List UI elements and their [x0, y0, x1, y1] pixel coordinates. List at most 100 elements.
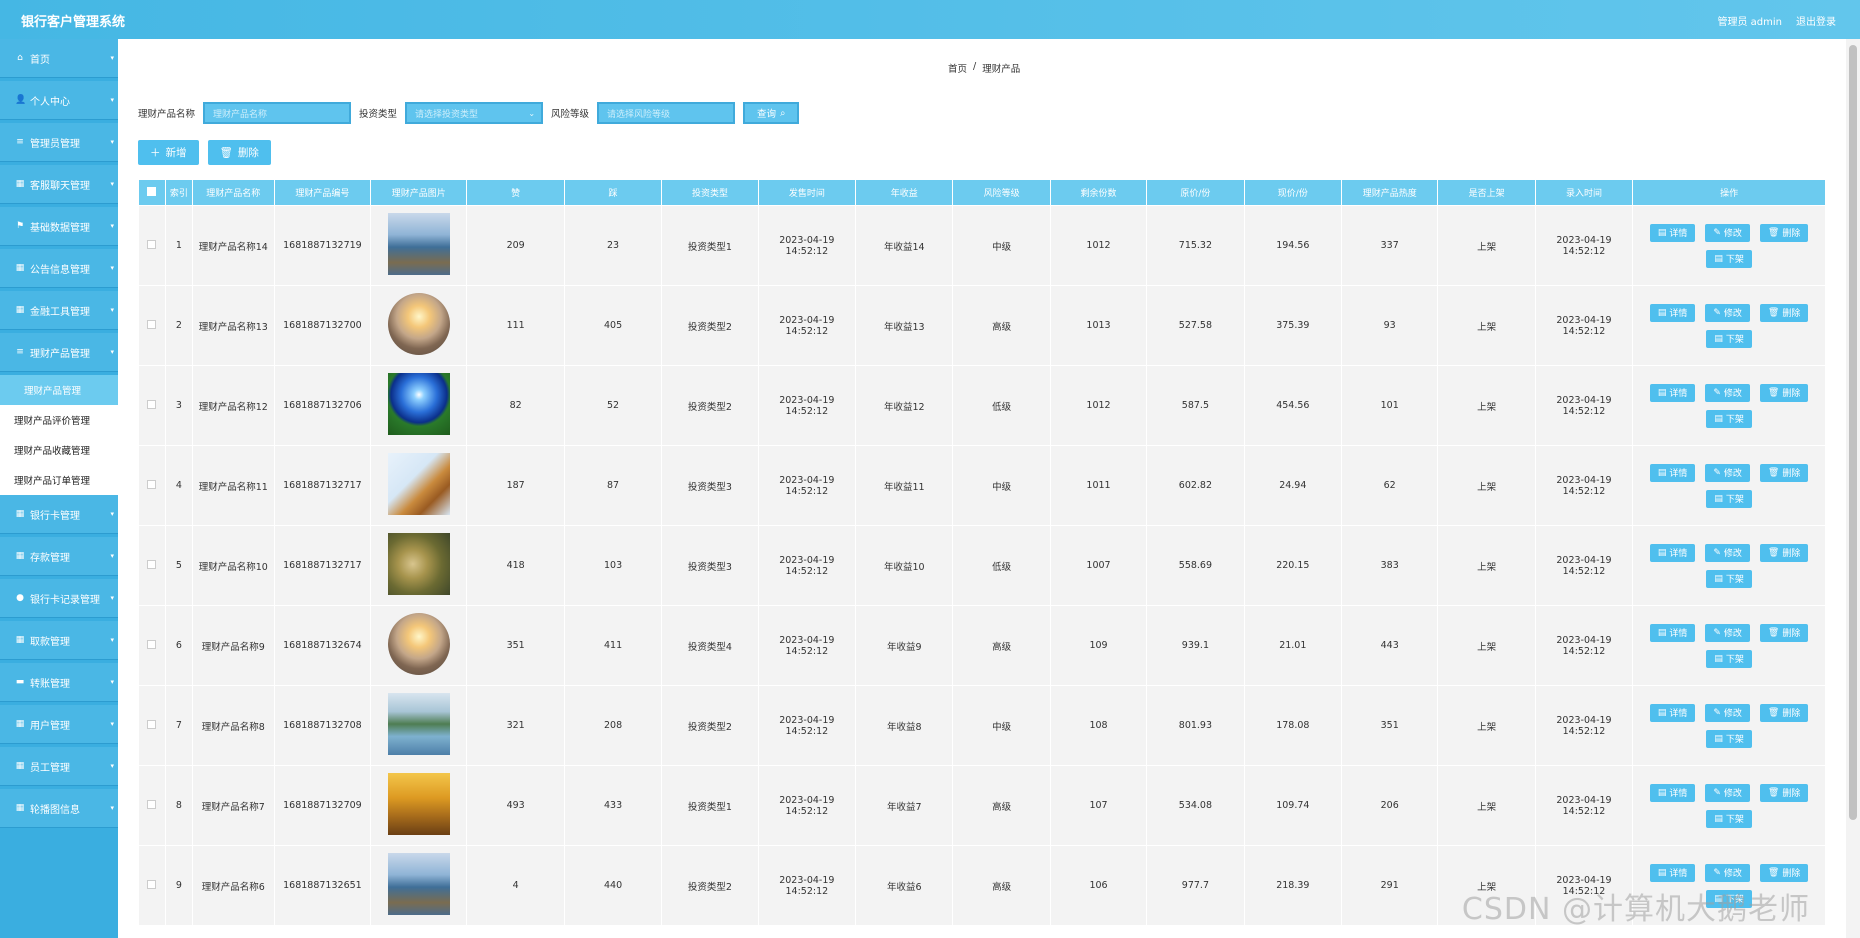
- sidebar-item[interactable]: ▦ 用户管理 ▾: [0, 705, 118, 744]
- row-checkbox[interactable]: [147, 559, 157, 569]
- detail-button[interactable]: ▤ 详情: [1649, 223, 1696, 242]
- edit-button[interactable]: ✎ 修改: [1705, 703, 1750, 722]
- sidebar-item[interactable]: ▦ 银行卡管理 ▾: [0, 495, 118, 534]
- table-row: 7 理财产品名称8 1681887132708 321 208 投资类型2 2023-04-…: [138, 685, 1826, 766]
- batch-delete-button[interactable]: 🗑 删除: [207, 140, 271, 165]
- edit-button[interactable]: ✎ 修改: [1705, 463, 1750, 482]
- row-checkbox[interactable]: [147, 639, 157, 649]
- row-checkbox[interactable]: [147, 319, 157, 329]
- detail-button[interactable]: ▤ 详情: [1649, 383, 1696, 402]
- offshelf-button[interactable]: ▤ 下架: [1706, 569, 1752, 588]
- delete-button[interactable]: 🗑 删除: [1759, 863, 1809, 882]
- cell-like-text: 209: [506, 240, 525, 251]
- sidebar-item[interactable]: ▦ 金融工具管理 ▾: [0, 291, 118, 330]
- offshelf-button[interactable]: ▤ 下架: [1706, 329, 1752, 348]
- row-actions-top: ▤ 详情 ✎ 修改 🗑 删除: [1649, 543, 1809, 562]
- query-button[interactable]: 查询 ⌕: [743, 102, 800, 124]
- delete-button[interactable]: 🗑 删除: [1759, 703, 1809, 722]
- edit-button[interactable]: ✎ 修改: [1705, 223, 1750, 242]
- delete-button[interactable]: 🗑 删除: [1759, 223, 1809, 242]
- sidebar-item[interactable]: ▦ 公告信息管理 ▾: [0, 249, 118, 288]
- sidebar-subitem[interactable]: 理财产品管理: [0, 375, 118, 405]
- delete-button[interactable]: 🗑 删除: [1759, 543, 1809, 562]
- sidebar-item[interactable]: ⚑ 基础数据管理 ▾: [0, 207, 118, 246]
- risk-level-select[interactable]: 请选择风险等级: [597, 102, 736, 124]
- sidebar-item[interactable]: ▦ 存款管理 ▾: [0, 537, 118, 576]
- sidebar-item[interactable]: ⌂ 首页 ▾: [0, 39, 118, 78]
- detail-button[interactable]: ▤ 详情: [1649, 623, 1696, 642]
- edit-button[interactable]: ✎ 修改: [1705, 303, 1750, 322]
- edit-button[interactable]: ✎ 修改: [1705, 623, 1750, 642]
- row-checkbox[interactable]: [147, 399, 157, 409]
- detail-button[interactable]: ▤ 详情: [1649, 863, 1696, 882]
- sidebar-item[interactable]: ≡ 理财产品管理 ▾: [0, 333, 118, 372]
- edit-button[interactable]: ✎ 修改: [1705, 543, 1750, 562]
- cell-now: 178.08: [1244, 685, 1343, 766]
- detail-button[interactable]: ▤ 详情: [1649, 783, 1696, 802]
- detail-button[interactable]: ▤ 详情: [1649, 703, 1696, 722]
- row-checkbox[interactable]: [147, 879, 157, 889]
- delete-button[interactable]: 🗑 删除: [1759, 623, 1809, 642]
- cell-type: 投资类型2: [661, 365, 759, 446]
- offshelf-button[interactable]: ▤ 下架: [1706, 729, 1752, 748]
- cell-like: 493: [466, 765, 565, 846]
- delete-button[interactable]: 🗑 删除: [1759, 383, 1809, 402]
- cell-risk: 中级: [952, 205, 1051, 286]
- offshelf-button[interactable]: ▤ 下架: [1706, 249, 1752, 268]
- page-scrollbar[interactable]: [1846, 39, 1860, 938]
- cell-orig: 587.5: [1146, 365, 1245, 446]
- logout-link[interactable]: 退出登录: [1796, 13, 1836, 28]
- cell-risk-text: 中级: [992, 721, 1012, 733]
- edit-button[interactable]: ✎ 修改: [1705, 383, 1750, 402]
- row-checkbox[interactable]: [147, 719, 157, 729]
- sidebar-item[interactable]: ▦ 员工管理 ▾: [0, 747, 118, 786]
- cell-shelf: 上架: [1437, 365, 1536, 446]
- cell-type: 投资类型2: [661, 845, 759, 926]
- column-header: 发售时间: [757, 179, 857, 206]
- sidebar-item[interactable]: ▦ 取款管理 ▾: [0, 621, 118, 660]
- delete-button[interactable]: 🗑 删除: [1759, 303, 1809, 322]
- offshelf-label: 下架: [1725, 495, 1744, 505]
- offshelf-button[interactable]: ▤ 下架: [1706, 649, 1752, 668]
- breadcrumb-home[interactable]: 首页: [948, 61, 967, 75]
- cell-code: 1681887132719: [274, 205, 372, 286]
- sidebar-item[interactable]: ● 银行卡记录管理 ▾: [0, 579, 118, 618]
- offshelf-button[interactable]: ▤ 下架: [1706, 809, 1752, 828]
- cell-yield-text: 年收益6: [886, 881, 922, 893]
- delete-button[interactable]: 🗑 删除: [1759, 463, 1809, 482]
- document-icon: ▤: [1657, 467, 1667, 478]
- detail-button[interactable]: ▤ 详情: [1649, 303, 1696, 322]
- row-checkbox[interactable]: [147, 479, 157, 489]
- sidebar-item[interactable]: ▦ 轮播图信息 ▾: [0, 789, 118, 828]
- scrollbar-thumb[interactable]: [1849, 45, 1857, 820]
- sidebar-item[interactable]: 👤 个人中心 ▾: [0, 81, 118, 120]
- sidebar-item[interactable]: ▬ 转账管理 ▾: [0, 663, 118, 702]
- invest-type-select[interactable]: 请选择投资类型 ⌄: [405, 102, 544, 124]
- detail-button[interactable]: ▤ 详情: [1649, 543, 1696, 562]
- sidebar-subitem[interactable]: 理财产品评价管理: [0, 405, 118, 435]
- offshelf-button[interactable]: ▤ 下架: [1706, 489, 1752, 508]
- sidebar-subitem[interactable]: 理财产品订单管理: [0, 465, 118, 495]
- delete-label: 删除: [1782, 389, 1801, 399]
- delete-label: 删除: [1782, 229, 1801, 239]
- cell-name-text: 理财产品名称7: [201, 801, 265, 813]
- cell-orig-text: 715.32: [1178, 240, 1213, 251]
- sidebar-item[interactable]: ▦ 客服聊天管理 ▾: [0, 165, 118, 204]
- select-all-checkbox[interactable]: [147, 186, 157, 196]
- edit-button[interactable]: ✎ 修改: [1705, 863, 1750, 882]
- sidebar-submenu: 理财产品管理 理财产品评价管理 理财产品收藏管理 理财产品订单管理: [0, 375, 118, 495]
- add-button[interactable]: ＋ 新增: [138, 140, 199, 165]
- delete-button[interactable]: 🗑 删除: [1759, 783, 1809, 802]
- pencil-icon: ✎: [1713, 467, 1721, 478]
- edit-button[interactable]: ✎ 修改: [1705, 783, 1750, 802]
- product-name-input[interactable]: 理财产品名称: [203, 102, 352, 124]
- delete-label: 删除: [1782, 789, 1801, 799]
- detail-button[interactable]: ▤ 详情: [1649, 463, 1696, 482]
- row-actions-top: ▤ 详情 ✎ 修改 🗑 删除: [1649, 703, 1809, 722]
- sidebar-item[interactable]: ≡ 管理员管理 ▾: [0, 123, 118, 162]
- row-checkbox[interactable]: [147, 239, 157, 249]
- offshelf-button[interactable]: ▤ 下架: [1706, 409, 1752, 428]
- row-checkbox[interactable]: [147, 799, 157, 809]
- cell-code: 1681887132709: [274, 765, 372, 846]
- sidebar-subitem[interactable]: 理财产品收藏管理: [0, 435, 118, 465]
